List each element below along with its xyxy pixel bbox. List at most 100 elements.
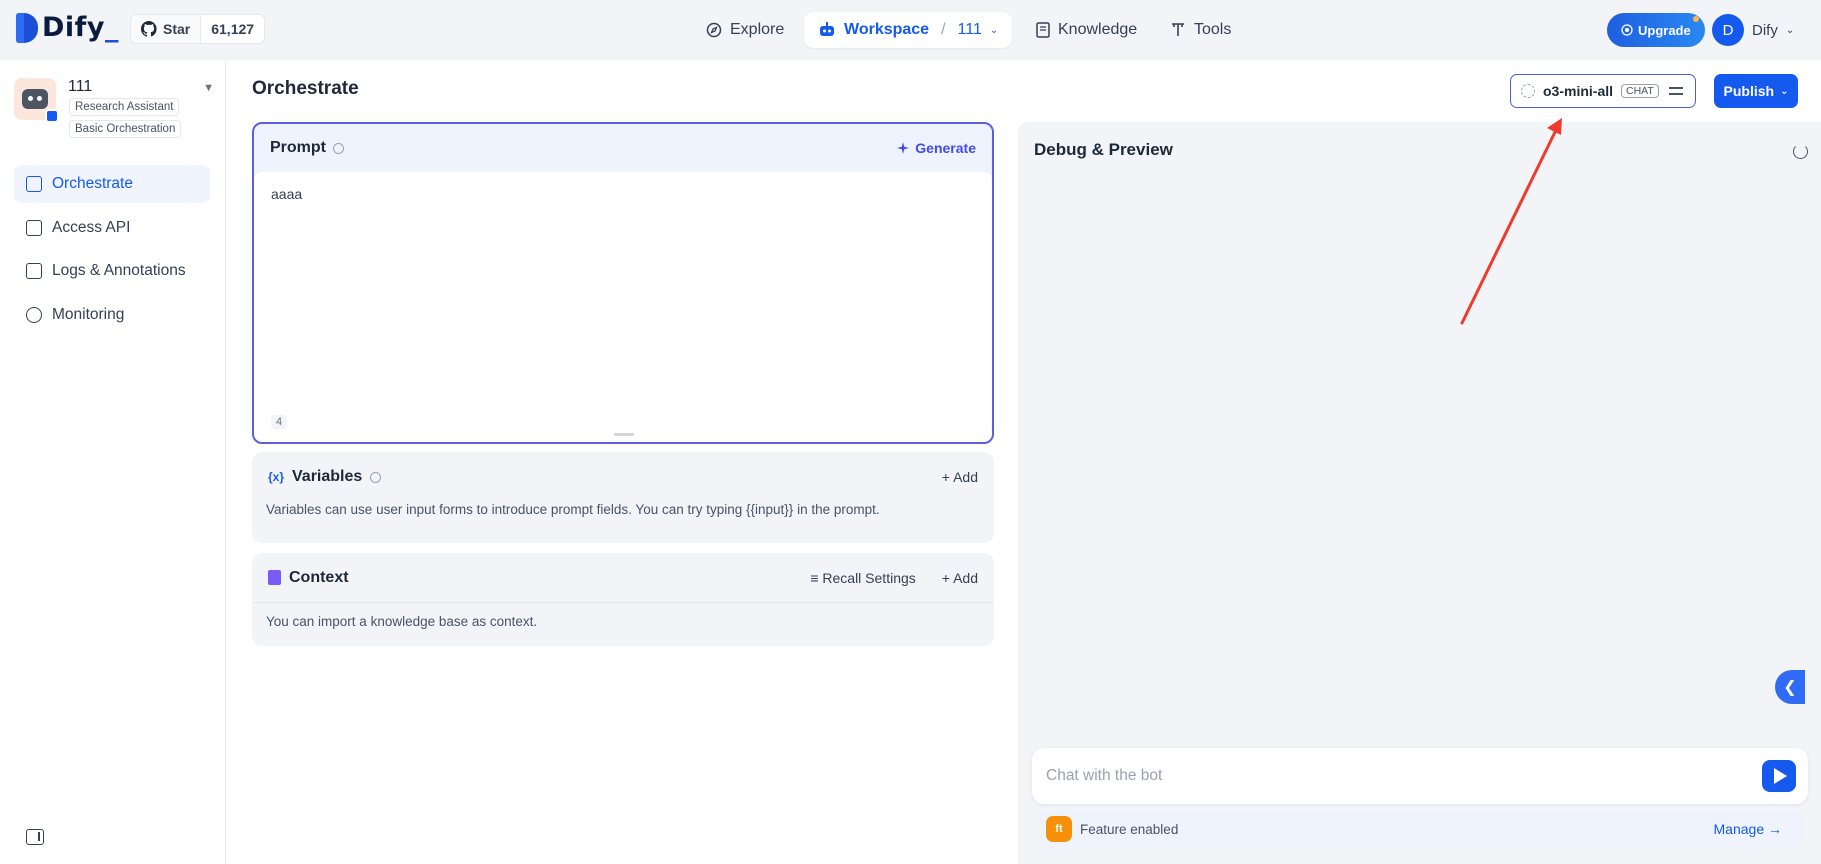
terminal-icon (26, 220, 42, 236)
sliders-icon (1668, 85, 1683, 97)
avatar: D (1712, 14, 1744, 46)
chat-input[interactable]: Chat with the bot (1032, 748, 1808, 804)
generate-button[interactable]: Generate (897, 140, 976, 156)
nav-workspace[interactable]: Workspace / 111 ⌄ (804, 12, 1013, 48)
magic-wand-icon (897, 142, 910, 154)
recall-settings-label: Recall Settings (822, 569, 916, 586)
workspace-name: 111 (957, 21, 982, 38)
sidebar-item-monitoring[interactable]: Monitoring (14, 296, 210, 334)
publish-label: Publish (1723, 83, 1775, 99)
publish-button[interactable]: Publish ⌄ (1714, 74, 1798, 108)
nav-knowledge[interactable]: Knowledge (1024, 12, 1149, 48)
app-name: 111 (68, 78, 93, 95)
sidebar: 111 ▼ Research Assistant Basic Orchestra… (0, 60, 226, 864)
dify-logo[interactable]: Dify_ (16, 12, 119, 43)
info-icon[interactable] (333, 142, 344, 154)
plus-icon: + (941, 469, 954, 485)
compass-icon (706, 22, 722, 38)
prompt-textarea[interactable]: aaaa 4 (254, 172, 992, 442)
variables-description: Variables can use user input forms to in… (266, 502, 880, 517)
add-context-button[interactable]: + Add (942, 570, 978, 586)
generate-label: Generate (915, 140, 976, 156)
prompt-title: Prompt (270, 139, 326, 156)
chevron-down-icon: ⌄ (989, 24, 999, 36)
app-tag-research-assistant: Research Assistant (69, 98, 180, 116)
sidebar-item-orchestrate[interactable]: Orchestrate (14, 165, 210, 203)
nav-tools-label: Tools (1194, 21, 1232, 38)
chat-placeholder: Chat with the bot (1046, 767, 1163, 784)
add-variable-button[interactable]: + Add (942, 469, 978, 485)
github-icon (141, 21, 157, 37)
app-avatar (14, 78, 59, 123)
nav-tools[interactable]: Tools (1158, 12, 1243, 48)
char-count-badge: 4 (271, 415, 288, 429)
feature-bar: ft Feature enabled Manage → (1040, 810, 1802, 848)
refresh-icon[interactable] (1793, 144, 1808, 159)
context-header: Context ≡ Recall Settings + Add (252, 553, 994, 603)
sidebar-item-label: Access API (52, 219, 131, 236)
file-list-icon (26, 263, 42, 279)
chevron-down-icon: ⌄ (1780, 85, 1789, 97)
model-loading-icon (1521, 84, 1535, 98)
sidebar-item-label: Logs & Annotations (52, 262, 186, 279)
nav-workspace-label: Workspace (844, 21, 930, 38)
github-star-count[interactable]: 61,127 (201, 15, 264, 43)
nav-separator: / (941, 21, 946, 38)
info-icon[interactable] (370, 471, 382, 483)
feature-label: Feature enabled (1080, 821, 1179, 837)
tools-icon (1172, 23, 1184, 36)
dify-logo-mark (16, 12, 38, 43)
manage-link[interactable]: Manage → (1714, 821, 1782, 837)
nav-explore[interactable]: Explore (694, 12, 796, 48)
prompt-text: aaaa (271, 186, 303, 202)
model-selector-button[interactable]: o3-mini-all CHAT (1510, 74, 1696, 108)
github-star-button[interactable]: Star (131, 15, 202, 43)
user-name: Dify (1752, 21, 1778, 39)
chevron-down-icon: ⌄ (1785, 24, 1795, 36)
robot-icon (820, 22, 834, 36)
nav-explore-label: Explore (730, 21, 785, 38)
plus-icon: + (941, 569, 954, 586)
robot-icon (22, 89, 48, 109)
dify-logo-text: Dify_ (42, 12, 120, 43)
app-header[interactable]: 111 ▼ Research Assistant Basic Orchestra… (14, 78, 214, 148)
chevron-left-icon[interactable]: ❮ (1775, 670, 1805, 704)
context-section: Context ≡ Recall Settings + Add You can … (252, 553, 994, 646)
add-context-label: Add (953, 569, 978, 586)
sparkle-icon (1621, 24, 1633, 36)
user-menu[interactable]: D Dify ⌄ (1712, 14, 1794, 46)
sidebar-item-access-api[interactable]: Access API (14, 209, 210, 247)
upgrade-badge-dot (1692, 16, 1699, 22)
arrow-right-icon: → (1768, 821, 1782, 837)
sidebar-item-label: Orchestrate (52, 175, 133, 192)
upgrade-label: Upgrade (1638, 22, 1691, 38)
top-bar: Dify_ Star 61,127 Explore Workspace / 11… (0, 0, 1821, 60)
main-panel: Orchestrate o3-mini-all CHAT Publish ⌄ P… (226, 60, 1821, 864)
manage-label: Manage (1713, 821, 1765, 837)
variables-section: {x} Variables + Add Variables can use us… (252, 452, 994, 543)
send-button[interactable] (1762, 760, 1796, 792)
feature-icon: ft (1046, 816, 1072, 842)
add-variable-label: Add (953, 469, 978, 485)
sidebar-item-logs[interactable]: Logs & Annotations (14, 252, 210, 290)
github-star-widget[interactable]: Star 61,127 (130, 14, 266, 44)
upgrade-button[interactable]: Upgrade (1607, 13, 1705, 47)
model-name: o3-mini-all (1543, 83, 1614, 99)
resize-handle[interactable] (614, 433, 634, 436)
app-type-icon (45, 109, 59, 123)
variable-icon: {x} (268, 470, 285, 484)
variables-title: Variables (292, 468, 363, 485)
page-title: Orchestrate (252, 78, 359, 99)
prompt-header: Prompt Generate (254, 124, 992, 172)
context-description: You can import a knowledge base as conte… (266, 614, 538, 629)
recall-settings-button[interactable]: ≡ Recall Settings (810, 570, 915, 586)
book-icon (1036, 22, 1050, 38)
layout-icon (26, 176, 42, 192)
variables-header: {x} Variables + Add (252, 452, 994, 502)
nav-knowledge-label: Knowledge (1058, 21, 1138, 38)
chevron-down-icon[interactable]: ▼ (203, 82, 214, 94)
document-icon (268, 570, 281, 585)
debug-title: Debug & Preview (1034, 140, 1173, 159)
github-star-label: Star (163, 21, 191, 37)
sidebar-collapse-icon[interactable] (26, 829, 44, 845)
